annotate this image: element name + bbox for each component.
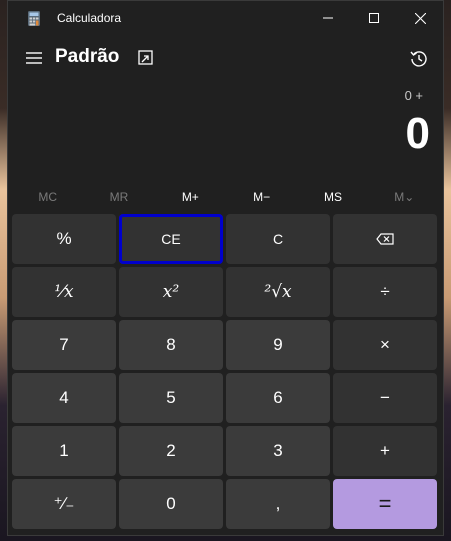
maximize-button[interactable] <box>351 1 397 35</box>
digit-2-button[interactable]: 2 <box>119 426 223 476</box>
calculator-header: Padrão <box>8 41 443 77</box>
maximize-icon <box>369 13 379 23</box>
keypad: % CE C ⅟x x² ²√x ÷ 7 8 9 × 4 5 6 − 1 2 3… <box>12 214 440 529</box>
expression-display: 0 + <box>404 88 423 103</box>
digit-7-button[interactable]: 7 <box>12 320 116 370</box>
clear-label: C <box>272 231 284 247</box>
reciprocal-button[interactable]: ⅟x <box>12 267 116 317</box>
close-icon <box>414 12 426 24</box>
memory-row: MC MR M+ M− MS M⌄ <box>12 184 440 210</box>
divide-button[interactable]: ÷ <box>333 267 437 317</box>
calculator-app-icon <box>28 11 40 26</box>
negate-button[interactable]: ⁺∕₋ <box>12 479 116 529</box>
decimal-button[interactable]: , <box>226 479 330 529</box>
square-button[interactable]: x² <box>119 267 223 317</box>
hamburger-menu-icon[interactable] <box>24 49 44 67</box>
calculator-mode-title: Padrão <box>55 46 120 67</box>
clear-button[interactable]: C <box>226 214 330 264</box>
memory-store-button[interactable]: MS <box>297 184 368 210</box>
calculator-window: Calculadora Padrão 0 + 0 MC MR M+ M− MS … <box>7 0 444 536</box>
memory-subtract-button[interactable]: M− <box>226 184 297 210</box>
digit-5-button[interactable]: 5 <box>119 373 223 423</box>
memory-add-button[interactable]: M+ <box>155 184 226 210</box>
equals-button[interactable]: = <box>333 479 437 529</box>
title-bar: Calculadora <box>8 1 443 35</box>
digit-6-button[interactable]: 6 <box>226 373 330 423</box>
minimize-icon <box>323 17 333 19</box>
digit-3-button[interactable]: 3 <box>226 426 330 476</box>
memory-list-button[interactable]: M⌄ <box>369 184 440 210</box>
minimize-button[interactable] <box>305 1 351 35</box>
multiply-button[interactable]: × <box>333 320 437 370</box>
reciprocal-label: ⅟x <box>54 282 74 302</box>
close-button[interactable] <box>397 1 443 35</box>
digit-1-button[interactable]: 1 <box>12 426 116 476</box>
clear-entry-label: CE <box>161 231 181 247</box>
digit-4-button[interactable]: 4 <box>12 373 116 423</box>
square-root-label: ²√x <box>264 282 292 302</box>
digit-0-button[interactable]: 0 <box>119 479 223 529</box>
history-icon[interactable] <box>408 48 430 70</box>
percent-button[interactable]: % <box>12 214 116 264</box>
backspace-icon <box>376 233 394 245</box>
window-title: Calculadora <box>57 11 122 25</box>
keep-on-top-icon[interactable] <box>136 48 156 68</box>
square-root-button[interactable]: ²√x <box>226 267 330 317</box>
memory-clear-button[interactable]: MC <box>12 184 83 210</box>
minus-button[interactable]: − <box>333 373 437 423</box>
result-display: 0 <box>405 109 430 158</box>
square-label: x² <box>162 282 180 302</box>
backspace-button[interactable] <box>333 214 437 264</box>
clear-entry-button[interactable]: CE <box>119 214 223 264</box>
digit-8-button[interactable]: 8 <box>119 320 223 370</box>
digit-9-button[interactable]: 9 <box>226 320 330 370</box>
memory-recall-button[interactable]: MR <box>83 184 154 210</box>
plus-button[interactable]: + <box>333 426 437 476</box>
